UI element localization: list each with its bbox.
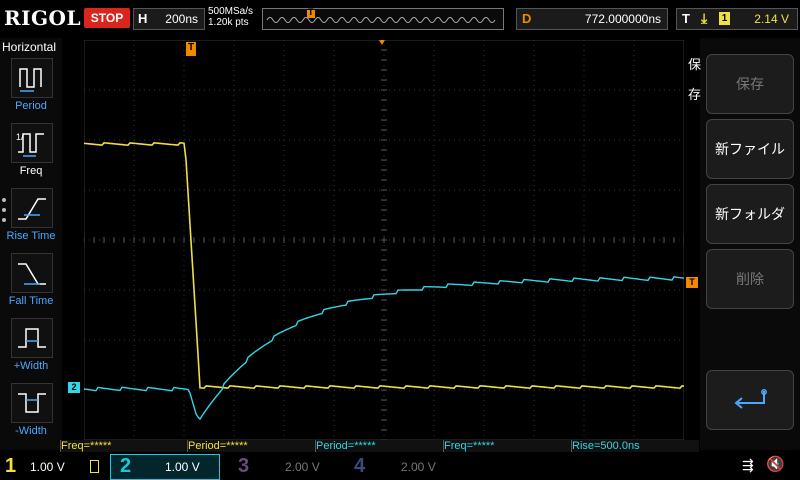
measurement-3[interactable]: Period=***** [315, 440, 443, 452]
speaker-muted-icon[interactable]: 🔇 [766, 455, 785, 473]
measure-menu-title: Horizontal [2, 40, 57, 54]
period-label: Period [15, 100, 47, 112]
rise-time-icon [11, 188, 53, 228]
measure-period-item[interactable]: Period [0, 58, 62, 120]
memory-overview-bar: T [262, 7, 504, 30]
measurement-5[interactable]: Rise=500.0ns [571, 440, 699, 452]
ch1-number[interactable]: 1 [5, 455, 16, 478]
svg-text:1/: 1/ [16, 132, 24, 142]
run-stop-indicator[interactable]: STOP [84, 8, 130, 28]
ch1-scale[interactable]: 1.00 V [30, 460, 65, 474]
memory-waveform-preview [266, 10, 496, 23]
trigger-position-marker[interactable]: T [186, 42, 196, 56]
ch4-scale[interactable]: 2.00 V [401, 460, 436, 474]
delay-key: D [522, 11, 532, 26]
acquisition-info: 500MSa/s 1.20k pts [208, 6, 253, 28]
usb-icon: ⇶ [742, 457, 754, 473]
positive-width-icon [11, 318, 53, 358]
trigger-source-badge: 1 [719, 12, 730, 25]
negative-width-icon [11, 383, 53, 423]
memory-trigger-label: T [308, 7, 314, 17]
measure-positive-width-item[interactable]: +Width [0, 318, 62, 380]
ch1-coupling-icon [90, 460, 99, 473]
waveform-display[interactable] [84, 40, 684, 440]
measurement-4[interactable]: Freq=***** [443, 440, 571, 452]
ch4-number[interactable]: 4 [354, 455, 365, 478]
trigger-level-value: 2.14 V [754, 12, 789, 26]
ch3-scale[interactable]: 2.00 V [285, 460, 320, 474]
measure-rise-time-item[interactable]: Rise Time [0, 188, 62, 250]
save-menu-title: 保存 [688, 50, 702, 110]
new-folder-button[interactable]: 新フォルダ [706, 184, 794, 244]
ch2-offset-marker[interactable]: 2 [68, 382, 80, 393]
delay-value: 772.000000ns [584, 12, 661, 26]
frequency-icon: 1/ [11, 123, 53, 163]
ch2-waveform [84, 276, 684, 421]
ch2-scale[interactable]: 1.00 V [165, 460, 200, 474]
delete-button[interactable]: 削除 [706, 249, 794, 309]
sample-rate: 500MSa/s [208, 6, 254, 17]
ch2-number[interactable]: 2 [120, 455, 131, 478]
enter-button[interactable] [706, 370, 794, 430]
delay-box[interactable]: D 772.000000ns [516, 8, 668, 30]
measurement-2[interactable]: Period=***** [187, 440, 315, 452]
new-file-button[interactable]: 新ファイル [706, 119, 794, 179]
positive-width-label: +Width [13, 360, 49, 372]
memory-depth: 1.20k pts [208, 17, 249, 28]
falling-edge-icon: ⤓ [701, 10, 708, 26]
measure-negative-width-item[interactable]: -Width [0, 383, 62, 445]
negative-width-label: -Width [15, 425, 47, 437]
period-icon [11, 58, 53, 98]
measure-freq-item[interactable]: 1/ Freq [0, 123, 62, 185]
fall-time-icon [11, 253, 53, 293]
ch3-number[interactable]: 3 [238, 455, 249, 478]
brand-logo: RIGOL [4, 6, 82, 30]
freq-label: Freq [19, 165, 43, 177]
measurement-1[interactable]: Freq=***** [60, 440, 187, 452]
rise-time-label: Rise Time [6, 230, 56, 242]
measure-fall-time-item[interactable]: Fall Time [0, 253, 62, 315]
horizontal-center-marker [379, 40, 385, 45]
horizontal-key: H [138, 11, 148, 26]
horizontal-timebase-box[interactable]: H 200ns [133, 8, 205, 30]
enter-icon [734, 389, 767, 410]
save-menu-title-text: 保存 [688, 57, 702, 102]
trigger-key: T [682, 11, 690, 26]
timebase-value: 200ns [165, 12, 198, 26]
trigger-level-marker[interactable]: T [686, 277, 698, 288]
trigger-box[interactable]: T ⤓ 1 2.14 V [676, 8, 798, 30]
graticule-ticks [84, 40, 684, 440]
fall-time-label: Fall Time [8, 295, 54, 307]
save-button[interactable]: 保存 [706, 54, 794, 114]
